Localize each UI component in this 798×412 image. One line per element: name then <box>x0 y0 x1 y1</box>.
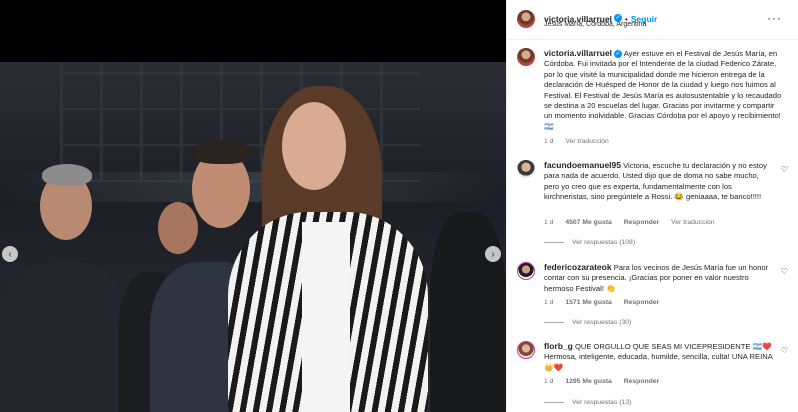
caption-text-block: victoria.villarruel ✓ Ayer estuve en el F… <box>544 48 784 132</box>
comment-3-meta: 1 d 1295 Me gusta Responder <box>544 378 669 385</box>
comment-time[interactable]: 1 d <box>544 219 553 226</box>
view-replies-button[interactable]: Ver respuestas (108) <box>544 239 635 246</box>
comment-2-text-block: federicozarateok Para los vecinos de Jes… <box>544 262 776 294</box>
avatar[interactable] <box>517 10 535 28</box>
comment-avatar[interactable] <box>517 262 535 280</box>
replies-line <box>544 242 564 243</box>
comment-avatar[interactable] <box>517 160 535 178</box>
more-options-icon[interactable]: ··· <box>767 11 782 25</box>
caption-username[interactable]: victoria.villarruel <box>544 48 612 58</box>
post-location[interactable]: Jesús María, Córdoba, Argentina <box>544 21 646 28</box>
reply-button[interactable]: Responder <box>624 299 660 306</box>
comment-username[interactable]: facundoemanuel95 <box>544 160 621 170</box>
replies-line <box>544 402 564 403</box>
heart-icon[interactable]: ♡ <box>781 165 788 174</box>
view-replies-button[interactable]: Ver respuestas (30) <box>544 319 631 326</box>
verified-badge-icon: ✓ <box>614 50 623 58</box>
caption-text: Ayer estuve en el Festival de Jesús Marí… <box>544 49 782 131</box>
person-left-hair <box>42 164 92 186</box>
post-side-panel: victoria.villarruel ✓ • Seguir Jesús María,… <box>507 0 798 412</box>
comment-time[interactable]: 1 d <box>544 299 553 306</box>
person-back-head <box>158 202 198 254</box>
replies-line <box>544 322 564 323</box>
caption-avatar[interactable] <box>517 48 535 66</box>
comment-translate-link[interactable]: Ver traducción <box>671 219 714 226</box>
reply-button[interactable]: Responder <box>624 219 660 226</box>
comment-time[interactable]: 1 d <box>544 378 553 385</box>
person-left <box>0 262 130 412</box>
woman-shirt <box>302 222 350 412</box>
view-replies-label: Ver respuestas (13) <box>572 399 632 406</box>
heart-icon[interactable]: ♡ <box>781 346 788 355</box>
comment-likes[interactable]: 4507 Me gusta <box>565 219 611 226</box>
comment-likes[interactable]: 1295 Me gusta <box>565 378 611 385</box>
post-media[interactable]: ‹ › <box>0 0 506 412</box>
comment-likes[interactable]: 1571 Me gusta <box>565 299 611 306</box>
caption-time[interactable]: 1 d <box>544 138 553 145</box>
reply-button[interactable]: Responder <box>624 378 660 385</box>
caption-meta: 1 d Ver traducción <box>544 138 619 145</box>
view-replies-button[interactable]: Ver respuestas (13) <box>544 399 631 406</box>
comment-1-meta: 1 d 4507 Me gusta Responder Ver traducci… <box>544 219 725 226</box>
comment-3-text-block: florb_g QUE ORGULLO QUE SEAS MI VICEPRES… <box>544 341 776 373</box>
view-replies-label: Ver respuestas (30) <box>572 319 632 326</box>
post-photo <box>0 62 506 412</box>
view-replies-label: Ver respuestas (108) <box>572 239 636 246</box>
heart-icon[interactable]: ♡ <box>781 267 788 276</box>
comment-2-meta: 1 d 1571 Me gusta Responder <box>544 299 669 306</box>
person-center-hair <box>192 140 252 164</box>
comment-username[interactable]: federicozarateok <box>544 262 612 272</box>
comment-avatar[interactable] <box>517 341 535 359</box>
comment-1-text-block: facundoemanuel95 Victoria, escuche tu de… <box>544 160 776 203</box>
chevron-left-icon[interactable]: ‹ <box>2 246 18 262</box>
post-header: victoria.villarruel ✓ • Seguir Jesús María,… <box>507 0 798 40</box>
comment-username[interactable]: florb_g <box>544 341 573 351</box>
caption-translate-link[interactable]: Ver traducción <box>565 138 608 145</box>
woman-head <box>282 102 346 190</box>
comment-text: QUE ORGULLO QUE SEAS MI VICEPRESIDENTE 🇦… <box>544 342 773 372</box>
person-right <box>430 212 506 412</box>
chevron-right-icon[interactable]: › <box>485 246 501 262</box>
